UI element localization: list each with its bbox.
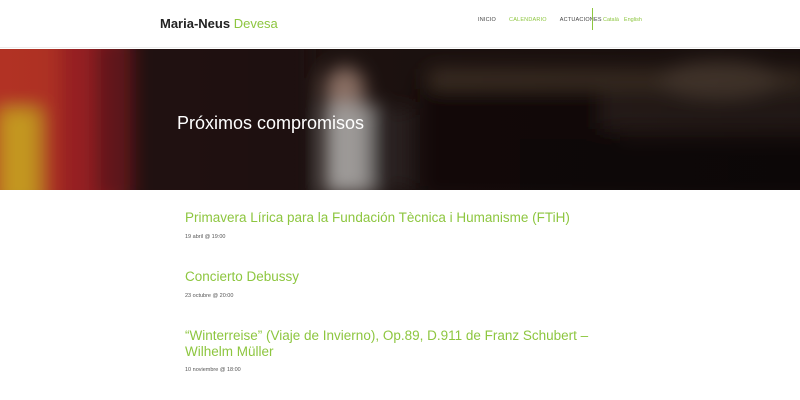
event-title[interactable]: Primavera Lírica para la Fundación Tècni…	[185, 210, 625, 226]
hero-banner: Próximos compromisos	[0, 49, 800, 190]
site-logo[interactable]: Maria-Neus Devesa	[160, 16, 278, 32]
logo-last-name: Devesa	[233, 16, 278, 31]
hero-background-image	[0, 49, 800, 190]
event-item: Concierto Debussy 23 octubre @ 20:00	[185, 269, 625, 300]
logo-first-name: Maria-Neus	[160, 16, 231, 31]
nav-item-calendario[interactable]: CALENDARIO	[509, 16, 547, 24]
lang-english[interactable]: English	[624, 16, 642, 24]
event-date: 19 abril @ 19:00	[185, 234, 226, 240]
nav-divider	[592, 8, 593, 30]
event-item: Primavera Lírica para la Fundación Tècni…	[185, 210, 625, 241]
lang-catala[interactable]: Català	[603, 16, 619, 24]
event-date: 23 octubre @ 20:00	[185, 293, 234, 299]
site-header: Maria-Neus Devesa INICIO CALENDARIO ACTU…	[0, 0, 800, 48]
nav-item-actuaciones[interactable]: ACTUACIONES	[560, 16, 602, 24]
event-title[interactable]: Concierto Debussy	[185, 269, 625, 285]
page-title: Próximos compromisos	[177, 113, 365, 133]
event-date: 10 noviembre @ 18:00	[185, 367, 241, 373]
event-item: “Winterreise” (Viaje de Invierno), Op.89…	[185, 328, 625, 374]
nav-item-inicio[interactable]: INICIO	[478, 16, 496, 24]
main-nav: INICIO CALENDARIO ACTUACIONES	[478, 16, 602, 24]
event-title[interactable]: “Winterreise” (Viaje de Invierno), Op.89…	[185, 328, 625, 360]
language-switcher: Català English	[603, 16, 642, 24]
